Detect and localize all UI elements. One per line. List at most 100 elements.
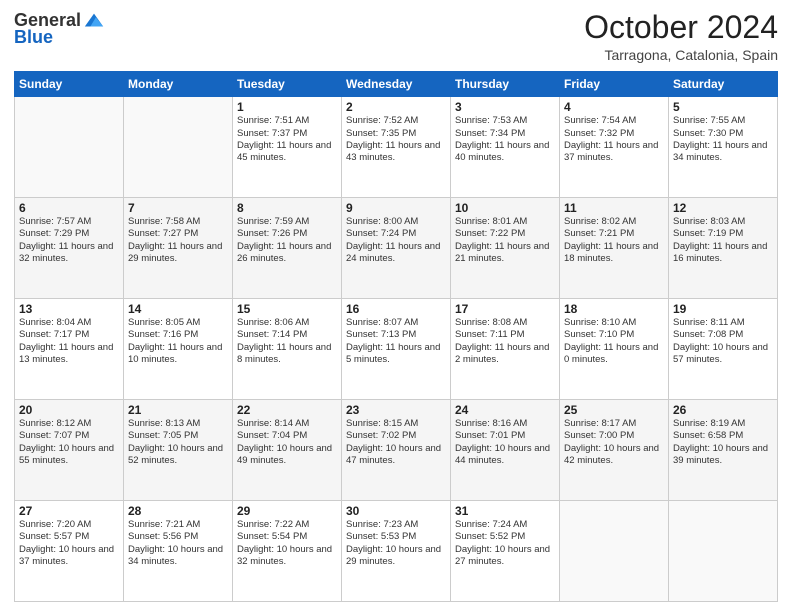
- calendar-cell: 23Sunrise: 8:15 AMSunset: 7:02 PMDayligh…: [342, 400, 451, 501]
- calendar-cell: 11Sunrise: 8:02 AMSunset: 7:21 PMDayligh…: [560, 198, 669, 299]
- day-info: Sunset: 5:54 PM: [237, 531, 337, 543]
- day-info: Sunrise: 7:24 AM: [455, 519, 555, 531]
- day-info: Daylight: 10 hours and 57 minutes.: [673, 342, 773, 367]
- page: General Blue October 2024 Tarragona, Cat…: [0, 0, 792, 612]
- day-info: Sunrise: 7:20 AM: [19, 519, 119, 531]
- day-info: Sunset: 7:07 PM: [19, 430, 119, 442]
- calendar-cell: 5Sunrise: 7:55 AMSunset: 7:30 PMDaylight…: [669, 97, 778, 198]
- calendar-week-row: 27Sunrise: 7:20 AMSunset: 5:57 PMDayligh…: [15, 501, 778, 602]
- day-info: Sunrise: 7:22 AM: [237, 519, 337, 531]
- day-info: Sunrise: 7:21 AM: [128, 519, 228, 531]
- calendar-cell: 30Sunrise: 7:23 AMSunset: 5:53 PMDayligh…: [342, 501, 451, 602]
- calendar-table: SundayMondayTuesdayWednesdayThursdayFrid…: [14, 71, 778, 602]
- day-info: Sunset: 7:26 PM: [237, 228, 337, 240]
- day-info: Sunrise: 7:59 AM: [237, 216, 337, 228]
- day-info: Daylight: 11 hours and 13 minutes.: [19, 342, 119, 367]
- day-info: Sunset: 7:11 PM: [455, 329, 555, 341]
- day-info: Daylight: 10 hours and 44 minutes.: [455, 443, 555, 468]
- calendar-cell: 13Sunrise: 8:04 AMSunset: 7:17 PMDayligh…: [15, 299, 124, 400]
- day-number: 16: [346, 302, 446, 316]
- calendar-cell: 10Sunrise: 8:01 AMSunset: 7:22 PMDayligh…: [451, 198, 560, 299]
- day-info: Sunset: 7:19 PM: [673, 228, 773, 240]
- calendar-cell: 20Sunrise: 8:12 AMSunset: 7:07 PMDayligh…: [15, 400, 124, 501]
- calendar-week-row: 6Sunrise: 7:57 AMSunset: 7:29 PMDaylight…: [15, 198, 778, 299]
- day-number: 10: [455, 201, 555, 215]
- day-info: Daylight: 11 hours and 2 minutes.: [455, 342, 555, 367]
- day-number: 2: [346, 100, 446, 114]
- day-info: Sunset: 7:17 PM: [19, 329, 119, 341]
- day-number: 27: [19, 504, 119, 518]
- day-number: 1: [237, 100, 337, 114]
- calendar-cell: [560, 501, 669, 602]
- day-of-week-header: Friday: [560, 72, 669, 97]
- day-info: Daylight: 10 hours and 27 minutes.: [455, 544, 555, 569]
- day-info: Sunset: 7:13 PM: [346, 329, 446, 341]
- day-info: Sunrise: 8:04 AM: [19, 317, 119, 329]
- day-number: 17: [455, 302, 555, 316]
- day-info: Sunrise: 8:02 AM: [564, 216, 664, 228]
- day-info: Sunset: 5:56 PM: [128, 531, 228, 543]
- calendar-cell: 29Sunrise: 7:22 AMSunset: 5:54 PMDayligh…: [233, 501, 342, 602]
- day-number: 21: [128, 403, 228, 417]
- day-info: Sunset: 7:04 PM: [237, 430, 337, 442]
- day-info: Sunrise: 8:11 AM: [673, 317, 773, 329]
- day-info: Sunrise: 8:10 AM: [564, 317, 664, 329]
- day-info: Daylight: 10 hours and 49 minutes.: [237, 443, 337, 468]
- calendar-cell: 4Sunrise: 7:54 AMSunset: 7:32 PMDaylight…: [560, 97, 669, 198]
- day-info: Sunset: 7:35 PM: [346, 128, 446, 140]
- day-number: 19: [673, 302, 773, 316]
- day-info: Daylight: 10 hours and 34 minutes.: [128, 544, 228, 569]
- day-info: Daylight: 10 hours and 37 minutes.: [19, 544, 119, 569]
- day-info: Daylight: 11 hours and 37 minutes.: [564, 140, 664, 165]
- day-number: 29: [237, 504, 337, 518]
- day-of-week-header: Monday: [124, 72, 233, 97]
- calendar-cell: 8Sunrise: 7:59 AMSunset: 7:26 PMDaylight…: [233, 198, 342, 299]
- day-info: Daylight: 11 hours and 8 minutes.: [237, 342, 337, 367]
- day-info: Daylight: 11 hours and 34 minutes.: [673, 140, 773, 165]
- day-info: Sunrise: 8:13 AM: [128, 418, 228, 430]
- day-number: 6: [19, 201, 119, 215]
- day-info: Sunset: 7:21 PM: [564, 228, 664, 240]
- day-number: 26: [673, 403, 773, 417]
- day-info: Daylight: 10 hours and 32 minutes.: [237, 544, 337, 569]
- day-info: Sunrise: 7:54 AM: [564, 115, 664, 127]
- day-info: Sunset: 7:22 PM: [455, 228, 555, 240]
- calendar-cell: 17Sunrise: 8:08 AMSunset: 7:11 PMDayligh…: [451, 299, 560, 400]
- day-number: 15: [237, 302, 337, 316]
- day-info: Sunset: 7:16 PM: [128, 329, 228, 341]
- day-info: Sunset: 7:14 PM: [237, 329, 337, 341]
- day-info: Daylight: 10 hours and 39 minutes.: [673, 443, 773, 468]
- day-number: 5: [673, 100, 773, 114]
- day-info: Sunset: 7:02 PM: [346, 430, 446, 442]
- day-number: 3: [455, 100, 555, 114]
- day-number: 12: [673, 201, 773, 215]
- day-info: Sunrise: 7:57 AM: [19, 216, 119, 228]
- day-of-week-header: Tuesday: [233, 72, 342, 97]
- day-info: Daylight: 11 hours and 16 minutes.: [673, 241, 773, 266]
- day-info: Sunrise: 7:23 AM: [346, 519, 446, 531]
- calendar-week-row: 13Sunrise: 8:04 AMSunset: 7:17 PMDayligh…: [15, 299, 778, 400]
- calendar-header-row: SundayMondayTuesdayWednesdayThursdayFrid…: [15, 72, 778, 97]
- calendar-cell: 22Sunrise: 8:14 AMSunset: 7:04 PMDayligh…: [233, 400, 342, 501]
- calendar-cell: 2Sunrise: 7:52 AMSunset: 7:35 PMDaylight…: [342, 97, 451, 198]
- day-info: Sunset: 7:32 PM: [564, 128, 664, 140]
- day-of-week-header: Saturday: [669, 72, 778, 97]
- day-number: 31: [455, 504, 555, 518]
- header: General Blue October 2024 Tarragona, Cat…: [14, 10, 778, 63]
- month-title: October 2024: [584, 10, 778, 45]
- day-info: Sunrise: 7:53 AM: [455, 115, 555, 127]
- calendar-cell: 28Sunrise: 7:21 AMSunset: 5:56 PMDayligh…: [124, 501, 233, 602]
- day-number: 13: [19, 302, 119, 316]
- day-info: Daylight: 10 hours and 29 minutes.: [346, 544, 446, 569]
- day-info: Daylight: 11 hours and 43 minutes.: [346, 140, 446, 165]
- day-info: Sunset: 7:00 PM: [564, 430, 664, 442]
- day-info: Sunrise: 8:15 AM: [346, 418, 446, 430]
- day-info: Daylight: 11 hours and 40 minutes.: [455, 140, 555, 165]
- day-info: Daylight: 11 hours and 5 minutes.: [346, 342, 446, 367]
- day-of-week-header: Thursday: [451, 72, 560, 97]
- logo: General Blue: [14, 10, 105, 48]
- day-info: Sunset: 5:53 PM: [346, 531, 446, 543]
- day-info: Sunset: 7:01 PM: [455, 430, 555, 442]
- day-info: Sunrise: 7:58 AM: [128, 216, 228, 228]
- day-of-week-header: Wednesday: [342, 72, 451, 97]
